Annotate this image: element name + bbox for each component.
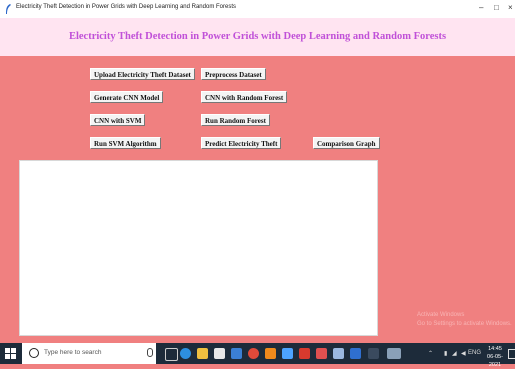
page-title: Electricity Theft Detection in Power Gri… — [68, 31, 447, 42]
maximize-button[interactable]: □ — [494, 3, 499, 13]
cnn-svm-button[interactable]: CNN with SVM — [90, 114, 146, 126]
taskbar-search-box[interactable]: Type here to search — [22, 343, 156, 364]
taskbar-clock[interactable]: 14:45 06-05-2021 — [483, 345, 507, 369]
network-icon[interactable]: ◢ — [452, 350, 457, 357]
app-icon[interactable] — [316, 348, 327, 359]
cortana-icon — [29, 348, 39, 358]
generate-cnn-button[interactable]: Generate CNN Model — [90, 91, 164, 103]
output-textarea[interactable] — [19, 160, 378, 336]
tray-overflow-icon[interactable]: ⌃ — [428, 350, 433, 357]
clock-date: 06-05-2021 — [487, 354, 503, 368]
microphone-icon[interactable] — [147, 348, 153, 357]
preprocess-dataset-button[interactable]: Preprocess Dataset — [201, 68, 266, 80]
feather-icon — [6, 4, 11, 14]
run-svm-button[interactable]: Run SVM Algorithm — [90, 137, 161, 149]
window-title-bar: Electricity Theft Detection in Power Gri… — [0, 0, 515, 18]
predict-theft-button[interactable]: Predict Electricity Theft — [201, 137, 282, 149]
store-icon[interactable] — [214, 348, 225, 359]
app-icon[interactable] — [350, 348, 361, 359]
upload-dataset-button[interactable]: Upload Electricity Theft Dataset — [90, 68, 195, 80]
activation-watermark-title: Activate Windows — [417, 312, 465, 318]
comparison-graph-button[interactable]: Comparison Graph — [313, 137, 380, 149]
minimize-button[interactable]: – — [479, 3, 483, 13]
file-explorer-icon[interactable] — [197, 348, 208, 359]
app-icon[interactable] — [368, 348, 379, 359]
notification-icon[interactable] — [508, 349, 515, 359]
edge-icon[interactable] — [180, 348, 191, 359]
volume-icon[interactable]: ◀ — [461, 350, 466, 357]
run-random-forest-button[interactable]: Run Random Forest — [201, 114, 270, 126]
app-header: Electricity Theft Detection in Power Gri… — [0, 18, 515, 56]
activation-watermark-subtitle: Go to Settings to activate Windows. — [417, 321, 512, 327]
app-icon[interactable] — [299, 348, 310, 359]
search-placeholder: Type here to search — [44, 349, 102, 356]
language-indicator[interactable]: ENG — [468, 350, 481, 356]
python-icon[interactable] — [282, 348, 293, 359]
window-title: Electricity Theft Detection in Power Gri… — [16, 4, 236, 10]
windows-start-icon[interactable] — [5, 348, 16, 359]
task-view-icon[interactable] — [165, 348, 178, 361]
cnn-random-forest-button[interactable]: CNN with Random Forest — [201, 91, 288, 103]
chrome-icon[interactable] — [248, 348, 259, 359]
active-app-icon[interactable] — [387, 348, 401, 359]
close-button[interactable]: × — [508, 3, 513, 13]
clock-time: 14:45 — [488, 346, 502, 352]
app-icon[interactable] — [333, 348, 344, 359]
taskbar: Type here to search ⌃ ▮ ◢ ◀ ENG 14:45 06… — [0, 343, 515, 368]
battery-icon[interactable]: ▮ — [444, 350, 447, 357]
app-icon[interactable] — [265, 348, 276, 359]
mail-icon[interactable] — [231, 348, 242, 359]
